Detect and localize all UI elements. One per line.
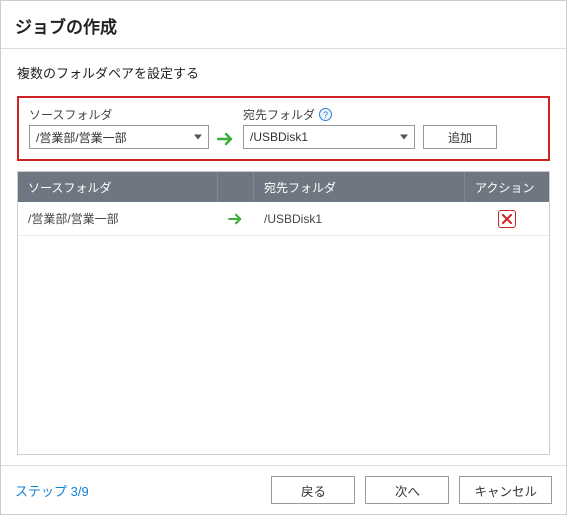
cell-source: /営業部/営業一部 — [18, 210, 218, 227]
titlebar: ジョブの作成 — [1, 1, 566, 49]
add-button[interactable]: 追加 — [423, 125, 497, 149]
section-subtitle: 複数のフォルダペアを設定する — [17, 63, 550, 82]
dialog-title: ジョブの作成 — [15, 13, 552, 38]
table-body: /営業部/営業一部 /USBDisk1 — [18, 202, 549, 454]
close-icon — [502, 214, 512, 224]
help-icon[interactable]: ? — [319, 108, 332, 121]
table-row: /営業部/営業一部 /USBDisk1 — [18, 202, 549, 236]
th-arrow — [218, 172, 254, 202]
step-indicator: ステップ 3/9 — [15, 481, 89, 500]
content-area: 複数のフォルダペアを設定する ソースフォルダ /営業部/営業一部 — [1, 49, 566, 465]
cancel-button[interactable]: キャンセル — [459, 476, 552, 504]
source-folder-label: ソースフォルダ — [29, 106, 209, 123]
dest-folder-label-row: 宛先フォルダ ? — [243, 106, 415, 123]
source-folder-field: ソースフォルダ /営業部/営業一部 — [29, 106, 209, 149]
dest-folder-label: 宛先フォルダ — [243, 106, 315, 123]
dialog-create-job: ジョブの作成 複数のフォルダペアを設定する ソースフォルダ /営業部/営業一部 — [0, 0, 567, 515]
dest-folder-select[interactable]: /USBDisk1 — [243, 125, 415, 149]
back-button[interactable]: 戻る — [271, 476, 355, 504]
cell-dest: /USBDisk1 — [254, 212, 465, 226]
th-dest: 宛先フォルダ — [254, 172, 465, 202]
dest-folder-field: 宛先フォルダ ? /USBDisk1 — [243, 106, 415, 149]
source-folder-select[interactable]: /営業部/営業一部 — [29, 125, 209, 149]
th-action: アクション — [465, 172, 549, 202]
folder-pair-row: ソースフォルダ /営業部/営業一部 宛先フォルダ ? — [29, 106, 538, 149]
footer-bar: ステップ 3/9 戻る 次へ キャンセル — [1, 465, 566, 514]
folder-pair-editor: ソースフォルダ /営業部/営業一部 宛先フォルダ ? — [17, 96, 550, 161]
th-source: ソースフォルダ — [18, 172, 218, 202]
dest-folder-value: /USBDisk1 — [250, 130, 308, 144]
next-button[interactable]: 次へ — [365, 476, 449, 504]
source-folder-value: /営業部/営業一部 — [36, 129, 127, 146]
folder-pair-table: ソースフォルダ 宛先フォルダ アクション /営業部/営業一部 /USBDisk1 — [17, 171, 550, 455]
pair-arrow-icon — [217, 132, 235, 149]
chevron-down-icon — [400, 135, 408, 140]
delete-row-button[interactable] — [498, 210, 516, 228]
cell-arrow — [218, 213, 254, 225]
table-header: ソースフォルダ 宛先フォルダ アクション — [18, 172, 549, 202]
chevron-down-icon — [194, 135, 202, 140]
cell-action — [465, 210, 549, 228]
